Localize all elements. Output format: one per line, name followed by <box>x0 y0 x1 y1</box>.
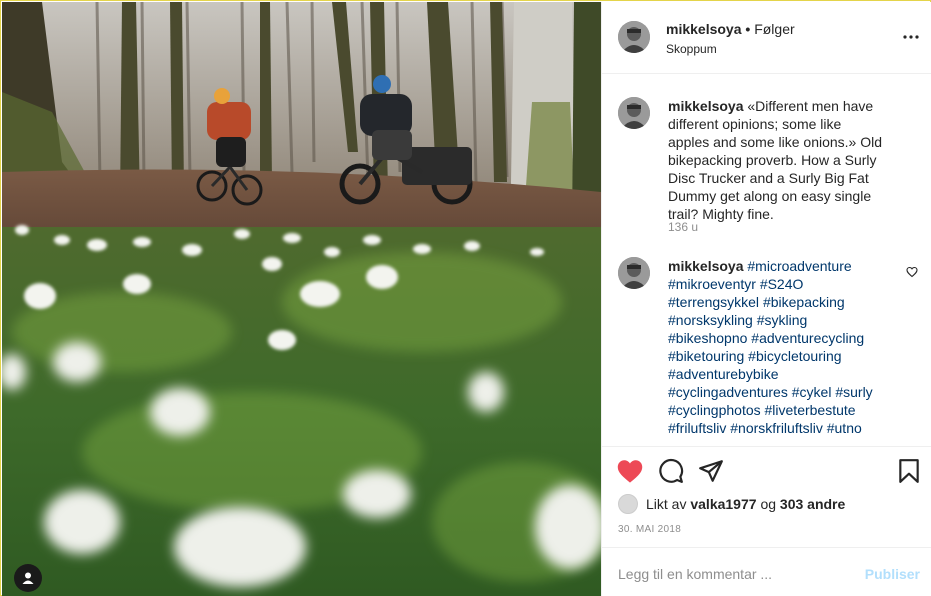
likes-prefix: Likt av <box>646 496 687 512</box>
avatar-image <box>618 97 650 129</box>
hashtag-link[interactable]: #mikroeventyr <box>668 276 756 292</box>
hashtag-link[interactable]: #surly <box>835 384 872 400</box>
hashtag-link[interactable]: #cykel <box>792 384 832 400</box>
action-bar <box>602 448 931 496</box>
hashtag-link[interactable]: #norsksykling <box>668 312 753 328</box>
share-button[interactable] <box>698 458 724 487</box>
person-icon <box>22 572 34 584</box>
hashtag-link[interactable]: #biketouring <box>668 348 744 364</box>
comment-like-icon[interactable] <box>906 265 918 281</box>
post-comment-button[interactable]: Publiser <box>865 566 920 582</box>
hashtag-link[interactable]: #cyclingphotos <box>668 402 761 418</box>
author-avatar[interactable] <box>618 21 650 53</box>
liker-avatar[interactable] <box>618 494 638 514</box>
tagged-users-button[interactable] <box>14 564 42 592</box>
header-line: mikkelsoya • Følger <box>666 21 795 37</box>
likes-joiner: og <box>760 496 777 512</box>
bookmark-icon <box>899 459 919 483</box>
hashtag-link[interactable]: #friluftsliv <box>668 420 726 436</box>
hashtag-link[interactable]: #adventurebybike <box>668 366 779 382</box>
hashtag-link[interactable]: #bicycletouring <box>748 348 841 364</box>
avatar-image <box>618 21 650 53</box>
like-button[interactable] <box>616 458 644 487</box>
post-header: mikkelsoya • Følger Skoppum <box>602 2 931 74</box>
share-icon <box>699 460 723 482</box>
likes-others-link[interactable]: 303 andre <box>780 496 845 512</box>
comment-input[interactable]: Legg til en kommentar ... <box>618 566 772 582</box>
header-separator: • <box>745 21 751 37</box>
post-window: mikkelsoya • Følger Skoppum mikkelsoya «… <box>0 0 931 596</box>
post-side-panel: mikkelsoya • Følger Skoppum mikkelsoya «… <box>601 2 931 596</box>
post-image[interactable] <box>2 2 601 596</box>
hashtag-link[interactable]: #bikeshopno <box>668 330 747 346</box>
likes-summary: Likt av valka1977 og 303 andre <box>618 492 845 516</box>
comment-icon <box>659 458 684 483</box>
comment-body: mikkelsoya #microadventure #mikroeventyr… <box>668 257 878 437</box>
comment-avatar[interactable] <box>618 97 650 129</box>
comment-avatar[interactable] <box>618 257 650 289</box>
hashtag-link[interactable]: #sykling <box>757 312 808 328</box>
heart-outline-icon <box>906 266 918 278</box>
comment-button[interactable] <box>658 458 684 487</box>
hashtag-link[interactable]: #terrengsykkel <box>668 294 759 310</box>
forest-photo <box>2 2 601 596</box>
hashtag-link[interactable]: #S24O <box>760 276 804 292</box>
author-username[interactable]: mikkelsoya <box>666 21 742 37</box>
post-date[interactable]: 30. MAI 2018 <box>618 524 681 535</box>
comments-list[interactable]: mikkelsoya «Different men have different… <box>602 75 931 447</box>
hashtag-link[interactable]: #microadventure <box>747 258 851 274</box>
comment-body: mikkelsoya «Different men have different… <box>668 97 883 223</box>
hashtag-link[interactable]: #adventurecycling <box>751 330 864 346</box>
ellipsis-icon <box>903 35 919 39</box>
following-button[interactable]: Følger <box>754 21 794 37</box>
comment-text: «Different men have different opinions; … <box>668 98 883 222</box>
comment-username[interactable]: mikkelsoya <box>668 258 744 274</box>
liker-username[interactable]: valka1977 <box>690 496 756 512</box>
post-location[interactable]: Skoppum <box>666 42 717 56</box>
comment-age[interactable]: 136 u <box>668 220 698 234</box>
add-comment-bar: Legg til en kommentar ... Publiser <box>602 547 931 596</box>
hashtag-link[interactable]: #bikepacking <box>763 294 845 310</box>
more-options-icon[interactable] <box>903 28 919 39</box>
comment-username[interactable]: mikkelsoya <box>668 98 744 114</box>
hashtag-link[interactable]: #utno <box>827 420 862 436</box>
avatar-image <box>618 257 650 289</box>
hashtag-link[interactable]: #cyclingadventures <box>668 384 788 400</box>
hashtag-link[interactable]: #norskfriluftsliv <box>730 420 823 436</box>
save-button[interactable] <box>898 458 920 487</box>
hashtag-list: #microadventure #mikroeventyr #S24O #ter… <box>668 258 873 436</box>
heart-filled-icon <box>617 460 643 483</box>
hashtag-link[interactable]: #liveterbestute <box>765 402 856 418</box>
